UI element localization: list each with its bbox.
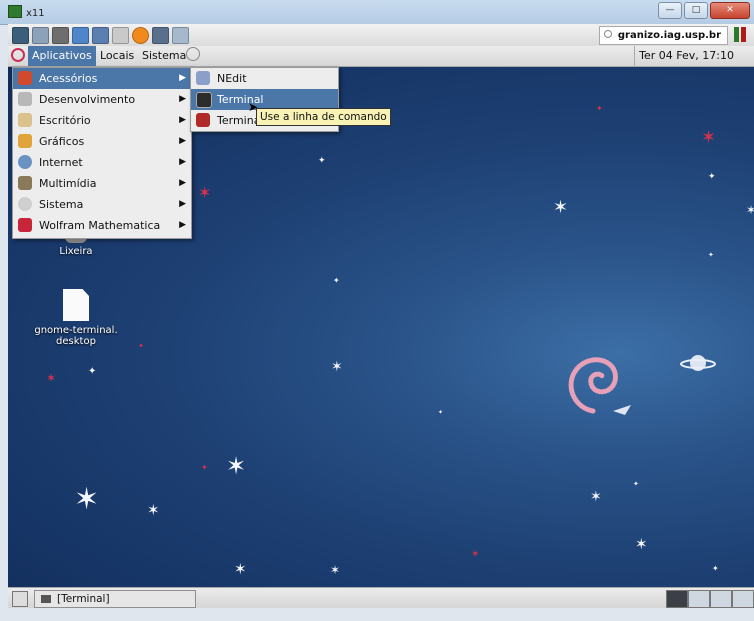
- workspace-switcher: [666, 590, 754, 608]
- mouse-pointer-icon: ➤: [248, 100, 259, 114]
- menu-item-desenvolvimento[interactable]: Desenvolvimento ▶: [13, 89, 191, 110]
- chevron-right-icon: ▶: [179, 220, 186, 230]
- star-decoration: ✦: [708, 251, 714, 259]
- chevron-right-icon: ▶: [179, 115, 186, 125]
- x11-icon: [8, 5, 22, 18]
- host-label: granizo.iag.usp.br: [598, 26, 728, 45]
- workspace-2[interactable]: [688, 590, 710, 608]
- window-icon[interactable]: [32, 27, 49, 44]
- menu-item-escritorio[interactable]: Escritório ▶: [13, 110, 191, 131]
- window-bottom-edge: [0, 608, 754, 621]
- alert-icon[interactable]: [132, 27, 149, 44]
- fullscreen-icon[interactable]: [172, 27, 189, 44]
- network-icon[interactable]: [152, 27, 169, 44]
- bottom-panel: [Terminal]: [8, 587, 754, 609]
- star-decoration: ✶: [635, 535, 648, 553]
- tools-icon[interactable]: [52, 27, 69, 44]
- system-icon: [18, 197, 32, 211]
- distro-logo-icon: [11, 48, 25, 62]
- menu-item-sistema[interactable]: Sistema ▶: [13, 194, 191, 215]
- menu-item-internet[interactable]: Internet ▶: [13, 152, 191, 173]
- terminal-icon: [196, 113, 210, 127]
- chevron-right-icon: ▶: [179, 199, 186, 209]
- help-icon[interactable]: [186, 47, 200, 61]
- internet-icon: [18, 155, 32, 169]
- star-decoration: ✦: [318, 156, 326, 166]
- menu-item-acessorios[interactable]: Acessórios ▶: [13, 68, 191, 89]
- graphics-icon: [18, 134, 32, 148]
- star-decoration: ✶: [46, 371, 57, 385]
- status-dot-icon: [603, 30, 612, 38]
- star-decoration: ✶: [330, 563, 341, 577]
- workspace-1[interactable]: [666, 590, 688, 608]
- star-decoration: ✶: [590, 489, 602, 505]
- star-decoration: ✶: [226, 452, 247, 480]
- taskbar-button[interactable]: [Terminal]: [34, 590, 196, 608]
- star-decoration: ✶: [331, 359, 343, 375]
- panel-clock[interactable]: Ter 04 Fev, 17:10: [634, 46, 734, 66]
- accessories-icon: [18, 71, 32, 85]
- chevron-right-icon: ▶: [179, 73, 186, 83]
- close-button[interactable]: ✕: [710, 2, 750, 19]
- star-decoration: ✦: [712, 564, 719, 573]
- menu-sistema[interactable]: Sistema: [138, 46, 190, 66]
- star-decoration: ✦: [333, 276, 340, 285]
- multimedia-icon: [18, 176, 32, 190]
- menu-item-terminal[interactable]: Terminal: [191, 89, 338, 110]
- star-decoration: ✶: [553, 197, 569, 218]
- workspace-3[interactable]: [710, 590, 732, 608]
- pause-icon[interactable]: [734, 27, 750, 42]
- star-decoration: ✦: [708, 172, 716, 182]
- desktop-icon-file[interactable]: gnome-terminal. desktop: [28, 289, 124, 347]
- star-decoration: ✶: [234, 560, 247, 578]
- tooltip: Use a linha de comando: [256, 108, 391, 126]
- planet-icon: [680, 355, 716, 371]
- mathematica-icon: [18, 218, 32, 232]
- star-decoration: ✦: [201, 463, 208, 472]
- menu-item-nedit[interactable]: NEdit: [191, 68, 338, 89]
- chevron-right-icon: ▶: [179, 178, 186, 188]
- top-panel: Aplicativos Locais Sistema Ter 04 Fev, 1…: [8, 46, 754, 67]
- file-icon: [63, 289, 89, 321]
- swirl-logo-icon: [568, 357, 631, 415]
- office-icon: [18, 113, 32, 127]
- menu-item-mathematica[interactable]: Wolfram Mathematica ▶: [13, 215, 191, 236]
- nedit-icon: [196, 71, 210, 85]
- star-decoration: ✶: [701, 127, 717, 148]
- chevron-right-icon: ▶: [179, 94, 186, 104]
- menu-item-multimidia[interactable]: Multimídia ▶: [13, 173, 191, 194]
- menu-locais[interactable]: Locais: [96, 46, 138, 66]
- print-icon[interactable]: [112, 27, 129, 44]
- terminal-icon[interactable]: [12, 27, 29, 44]
- toolbar-icons: [12, 27, 189, 44]
- terminal-icon: [196, 92, 212, 108]
- applications-menu: Acessórios ▶ Desenvolvimento ▶ Escritório ▶…: [12, 67, 192, 239]
- star-decoration: ✦: [138, 342, 144, 350]
- star-decoration: ✦: [438, 409, 444, 416]
- star-decoration: ✶: [746, 203, 754, 217]
- star-decoration: ✦: [596, 104, 603, 113]
- workspace-4[interactable]: [732, 590, 754, 608]
- star-decoration: ✶: [198, 183, 212, 202]
- star-decoration: ✦: [88, 366, 97, 377]
- window-titlebar[interactable]: x11 — □ ✕: [0, 0, 754, 25]
- vnc-toolbar: granizo.iag.usp.br: [8, 24, 754, 47]
- window-controls: — □ ✕: [658, 2, 750, 19]
- minimize-button[interactable]: —: [658, 2, 682, 19]
- star-decoration: ✶: [147, 501, 160, 519]
- menu-aplicativos[interactable]: Aplicativos: [28, 46, 96, 66]
- star-decoration: ✦: [633, 480, 639, 488]
- window-title: x11: [8, 5, 45, 19]
- refresh-icon[interactable]: [72, 27, 89, 44]
- edit-icon[interactable]: [92, 27, 109, 44]
- show-desktop-icon[interactable]: [12, 591, 28, 607]
- star-decoration: ✶: [74, 482, 100, 517]
- development-icon: [18, 92, 32, 106]
- star-decoration: ✶: [471, 549, 480, 560]
- menu-item-graficos[interactable]: Gráficos ▶: [13, 131, 191, 152]
- maximize-button[interactable]: □: [684, 2, 708, 19]
- chevron-right-icon: ▶: [179, 157, 186, 167]
- chevron-right-icon: ▶: [179, 136, 186, 146]
- window-icon: [41, 595, 51, 603]
